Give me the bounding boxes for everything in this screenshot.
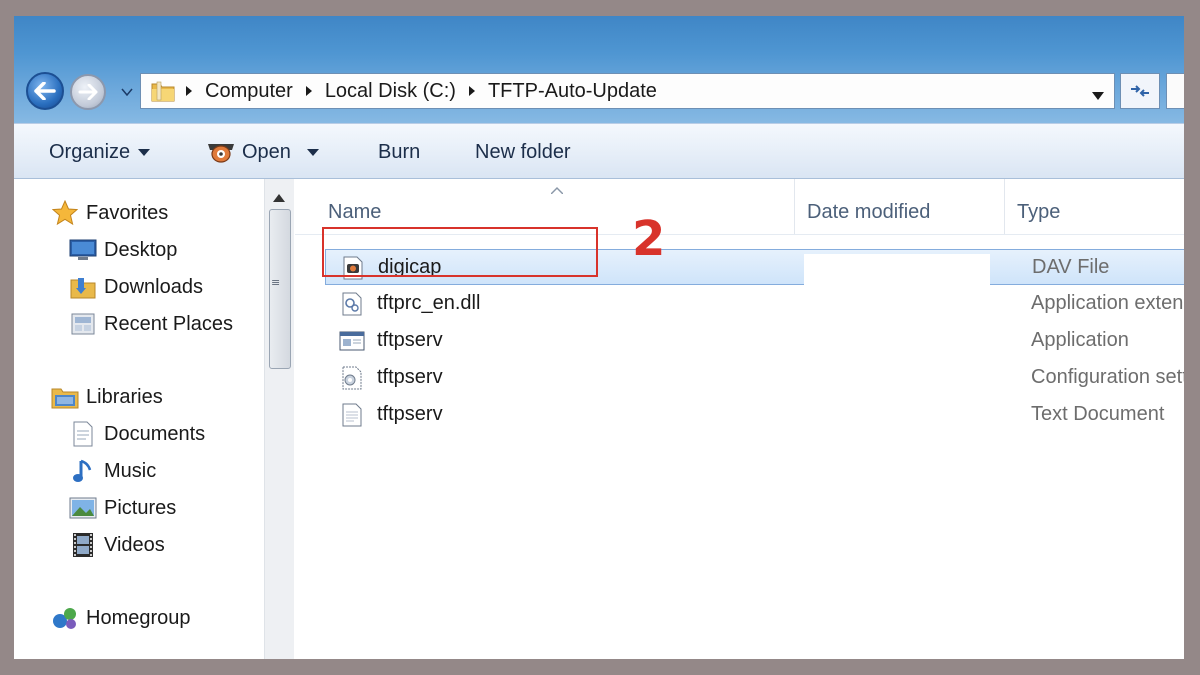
breadcrumb-local-disk[interactable]: Local Disk (C:) bbox=[319, 80, 462, 103]
text-document-icon bbox=[339, 402, 365, 428]
file-type: Application extens bbox=[1031, 292, 1184, 314]
open-app-icon bbox=[206, 140, 236, 164]
explorer-window: Computer Local Disk (C:) TFTP-Auto-Updat… bbox=[14, 16, 1184, 659]
recent-pages-dropdown[interactable] bbox=[120, 86, 134, 98]
nav-pictures-label: Pictures bbox=[104, 496, 177, 519]
config-file-icon bbox=[339, 365, 365, 391]
column-header-type[interactable]: Type bbox=[1017, 201, 1060, 231]
chevron-down-icon bbox=[121, 88, 133, 96]
nav-downloads-label: Downloads bbox=[104, 275, 203, 298]
navigation-pane: Favorites Desktop Downloads Recent Place… bbox=[14, 179, 294, 659]
command-bar: Organize Open Burn New folder bbox=[14, 123, 1184, 179]
nav-videos[interactable]: Videos bbox=[68, 530, 165, 560]
open-label: Open bbox=[242, 140, 291, 163]
breadcrumb-arrow-icon[interactable] bbox=[179, 86, 199, 96]
file-name: tftprc_en.dll bbox=[377, 292, 481, 314]
nav-homegroup[interactable]: Homegroup bbox=[50, 603, 191, 633]
scroll-thumb[interactable] bbox=[269, 209, 291, 369]
column-header-date-modified[interactable]: Date modified bbox=[807, 201, 930, 231]
back-arrow-icon bbox=[34, 82, 56, 100]
organize-button[interactable]: Organize bbox=[49, 138, 151, 166]
nav-music-label: Music bbox=[104, 459, 157, 482]
libraries-icon bbox=[50, 383, 80, 411]
new-folder-label: New folder bbox=[475, 140, 571, 163]
film-strip-icon bbox=[68, 531, 98, 559]
navigation-scrollbar[interactable]: ≡ bbox=[264, 179, 294, 659]
nav-favorites-label: Favorites bbox=[86, 201, 169, 224]
chevron-down-icon bbox=[138, 148, 151, 156]
nav-homegroup-label: Homegroup bbox=[86, 606, 191, 629]
nav-videos-label: Videos bbox=[104, 533, 165, 556]
file-type: Text Document bbox=[1031, 403, 1165, 425]
music-note-icon bbox=[68, 457, 98, 485]
nav-downloads[interactable]: Downloads bbox=[68, 272, 203, 302]
scroll-up-arrow-icon[interactable] bbox=[273, 187, 285, 206]
nav-favorites[interactable]: Favorites bbox=[50, 198, 168, 228]
nav-documents[interactable]: Documents bbox=[68, 419, 205, 449]
burn-button[interactable]: Burn bbox=[378, 138, 420, 166]
nav-desktop-label: Desktop bbox=[104, 238, 178, 261]
pictures-icon bbox=[68, 494, 98, 522]
burn-label: Burn bbox=[378, 140, 421, 163]
highlight-box bbox=[322, 227, 598, 277]
file-type: Configuration sett bbox=[1031, 366, 1184, 388]
file-row[interactable]: tftpserv Application bbox=[325, 323, 1184, 359]
recent-places-icon bbox=[68, 310, 98, 338]
dll-file-icon bbox=[339, 291, 365, 317]
new-folder-button[interactable]: New folder bbox=[475, 138, 571, 166]
search-box[interactable] bbox=[1166, 73, 1184, 109]
file-name: tftpserv bbox=[377, 329, 443, 351]
nav-libraries[interactable]: Libraries bbox=[50, 382, 163, 412]
step-number-label: 2 bbox=[632, 211, 666, 267]
organize-label: Organize bbox=[49, 140, 131, 163]
breadcrumb-arrow-icon[interactable] bbox=[299, 86, 319, 96]
file-type: DAV File bbox=[1032, 256, 1110, 278]
refresh-icon bbox=[1131, 85, 1149, 97]
nav-pictures[interactable]: Pictures bbox=[68, 493, 176, 523]
nav-desktop[interactable]: Desktop bbox=[68, 235, 177, 265]
documents-icon bbox=[68, 420, 98, 448]
chevron-down-icon[interactable] bbox=[306, 148, 319, 156]
nav-documents-label: Documents bbox=[104, 422, 206, 445]
file-name: tftpserv bbox=[377, 403, 443, 425]
column-separator[interactable] bbox=[794, 179, 795, 235]
file-row[interactable]: tftpserv Text Document bbox=[325, 397, 1184, 433]
folder-icon bbox=[147, 76, 179, 106]
star-icon bbox=[50, 199, 80, 227]
breadcrumb-tftp-auto-update[interactable]: TFTP-Auto-Update bbox=[482, 80, 663, 103]
column-separator[interactable] bbox=[1004, 179, 1005, 235]
desktop-icon bbox=[68, 236, 98, 264]
redacted-date-area bbox=[804, 254, 990, 429]
back-button[interactable] bbox=[26, 72, 64, 110]
downloads-folder-icon bbox=[68, 273, 98, 301]
open-button[interactable]: Open bbox=[206, 138, 319, 166]
title-bar: Computer Local Disk (C:) TFTP-Auto-Updat… bbox=[14, 16, 1184, 123]
nav-libraries-label: Libraries bbox=[86, 385, 163, 408]
file-row[interactable]: tftpserv Configuration sett bbox=[325, 360, 1184, 396]
breadcrumb-computer[interactable]: Computer bbox=[199, 80, 299, 103]
refresh-button[interactable] bbox=[1120, 73, 1160, 109]
nav-recent-places[interactable]: Recent Places bbox=[68, 309, 233, 339]
forward-button[interactable] bbox=[70, 74, 106, 110]
address-dropdown-icon[interactable] bbox=[1092, 85, 1104, 104]
file-row[interactable]: tftprc_en.dll Application extens bbox=[325, 286, 1184, 322]
sort-ascending-icon bbox=[550, 179, 564, 198]
forward-arrow-icon bbox=[78, 84, 98, 100]
scroll-grip-icon: ≡ bbox=[271, 276, 281, 289]
nav-music[interactable]: Music bbox=[68, 456, 156, 486]
homegroup-icon bbox=[50, 604, 80, 632]
address-bar[interactable]: Computer Local Disk (C:) TFTP-Auto-Updat… bbox=[140, 73, 1115, 109]
file-name: tftpserv bbox=[377, 366, 443, 388]
breadcrumb-arrow-icon[interactable] bbox=[462, 86, 482, 96]
nav-recent-places-label: Recent Places bbox=[104, 312, 233, 335]
application-icon bbox=[339, 328, 365, 354]
file-type: Application bbox=[1031, 329, 1129, 351]
